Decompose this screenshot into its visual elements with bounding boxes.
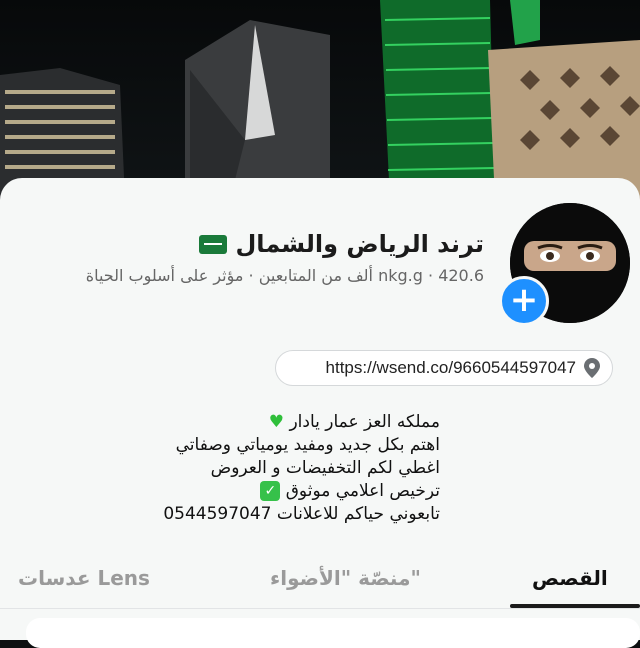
profile-meta: nkg.g · 420.6 ألف من المتابعين · مؤثر عل…: [85, 266, 484, 285]
saudi-flag-icon: [199, 234, 228, 254]
profile-tabs: القصص منصّة "الأضواء" عدسات Lens: [0, 566, 640, 608]
bio-line-4: ترخيص اعلامي موثوق: [285, 481, 440, 501]
tab-spotlight[interactable]: منصّة "الأضواء": [270, 566, 421, 590]
followers-label: ألف من المتابعين: [258, 266, 373, 285]
profile-link-pill[interactable]: https://wsend.co/9660544597047: [275, 350, 613, 386]
add-friend-button[interactable]: +: [499, 276, 549, 326]
tabs-divider: [0, 608, 640, 609]
cover-city-illustration: [0, 0, 640, 200]
tab-stories[interactable]: القصص: [532, 566, 608, 590]
username[interactable]: nkg.g: [378, 266, 423, 285]
bio-line-5: تابعوني حياكم للاعلانات 0544597047: [163, 504, 440, 524]
location-pin-icon: [584, 358, 600, 378]
profile-name-row: ترند الرياض والشمال: [199, 230, 484, 258]
bio-line-1: مملكه العز عمار يادار: [289, 412, 440, 432]
followers-count: 420.6: [438, 266, 484, 285]
bio: مملكه العز عمار يادار ♥ اهتم بكل جديد وم…: [163, 411, 440, 526]
green-heart-icon: ♥: [268, 412, 285, 432]
check-mark-icon: ✓: [260, 481, 281, 501]
cover-photo: [0, 0, 640, 200]
bio-line-3: اغطي لكم التخفيضات و العروض: [210, 458, 440, 478]
profile-link[interactable]: https://wsend.co/9660544597047: [326, 358, 576, 378]
profile-category: مؤثر على أسلوب الحياة: [85, 266, 244, 285]
profile-name: ترند الرياض والشمال: [235, 230, 484, 258]
bio-line-2: اهتم بكل جديد ومفيد يومياتي وصفاتي: [175, 435, 440, 455]
tab-lenses[interactable]: عدسات Lens: [18, 566, 150, 590]
content-card: [26, 618, 640, 648]
